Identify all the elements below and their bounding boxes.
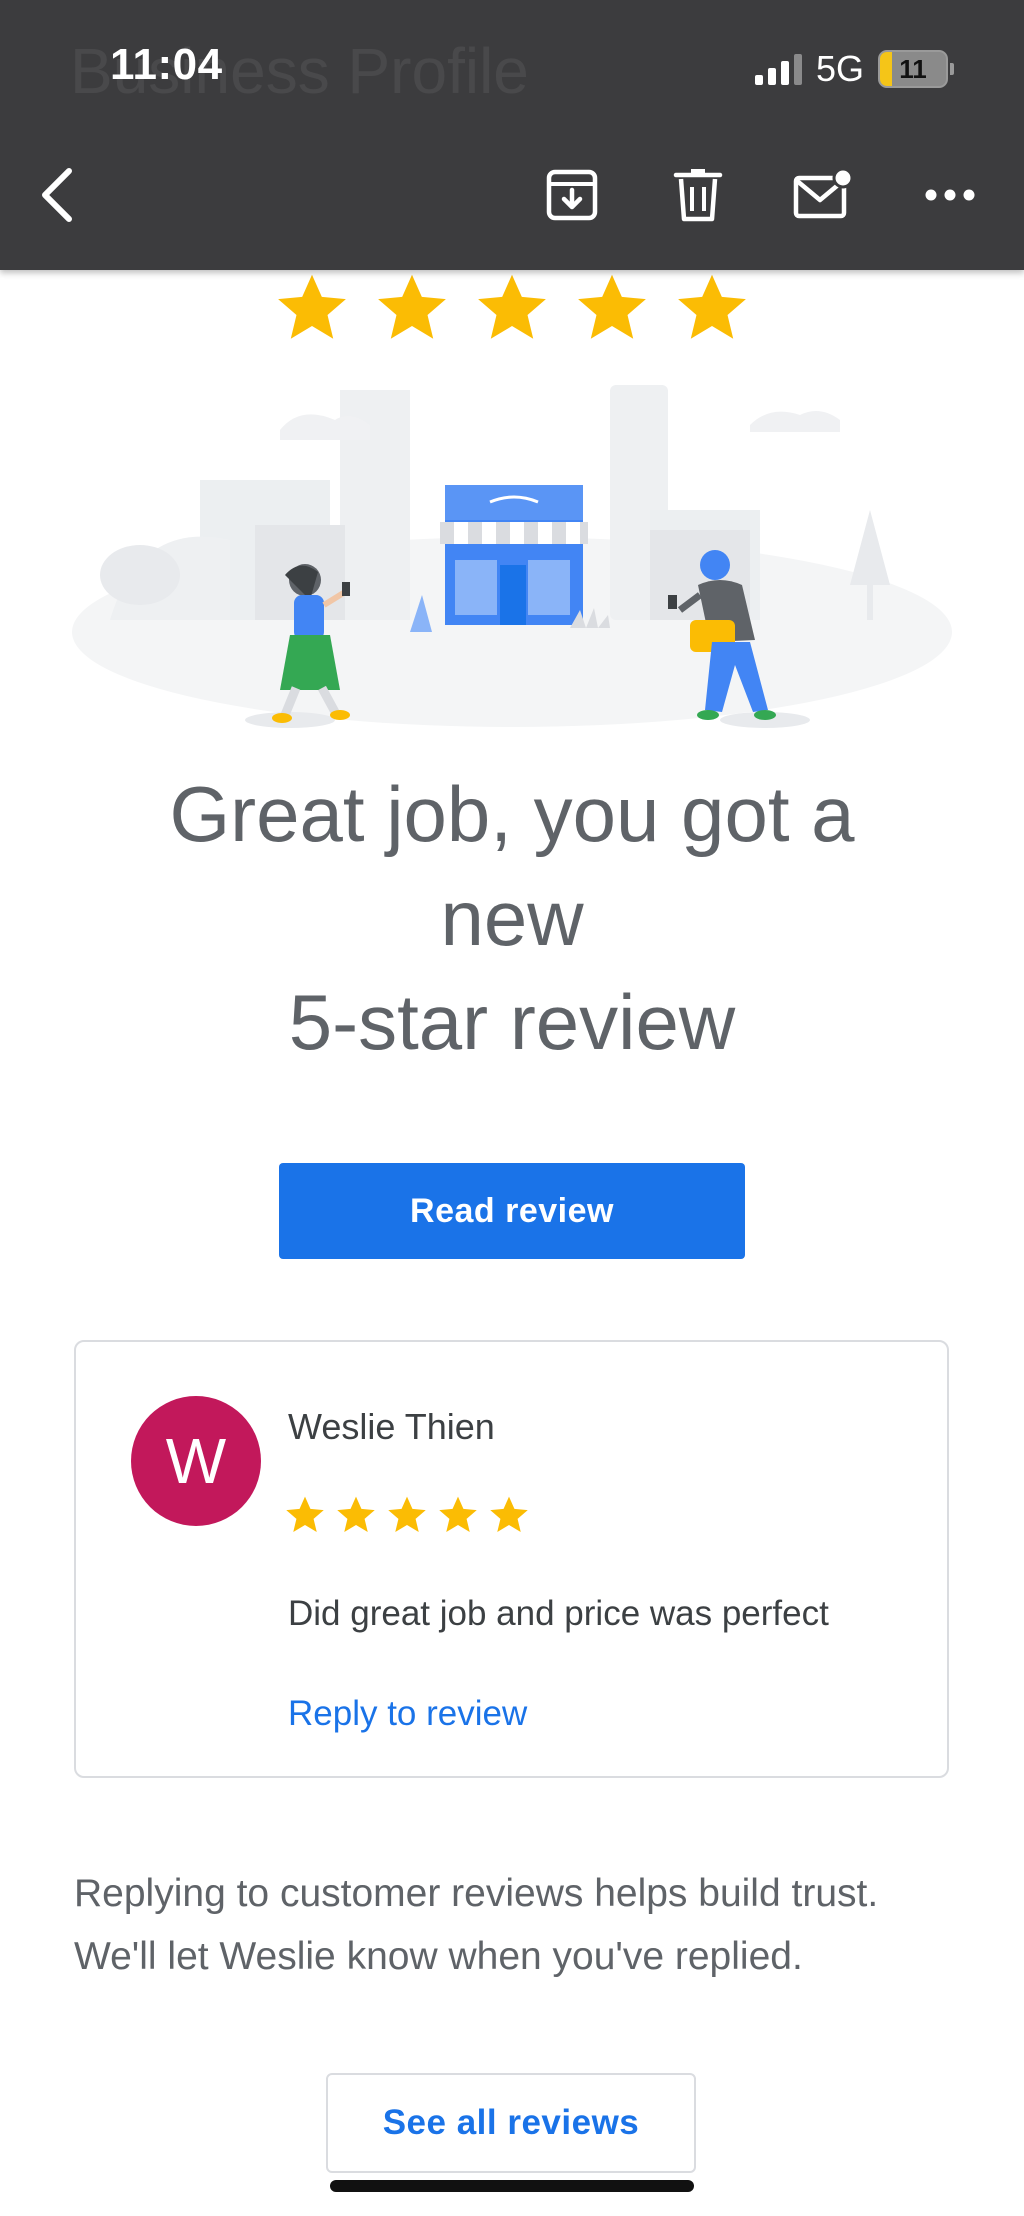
star-icon [678,274,746,339]
star-icon [478,274,546,339]
review-card: W Weslie Thien Did great job and price w… [74,1340,949,1778]
read-review-button[interactable]: Read review [279,1163,745,1259]
delete-icon [673,169,723,222]
status-time: 11:04 [110,40,223,89]
headline-line-1: Great job, you got a [169,770,855,858]
review-rating-stars [284,1494,530,1536]
star-icon [378,274,446,339]
reviewer-name: Weslie Thien [288,1406,495,1447]
star-icon [578,274,646,339]
body-line-1: Replying to customer reviews helps build… [74,1872,879,1915]
status-indicators: 5G 11 [754,48,954,90]
network-label: 5G [815,48,864,89]
archive-button[interactable] [537,160,607,230]
battery-icon: 11 [878,50,948,88]
signal-icon [754,53,802,85]
home-indicator[interactable] [330,2180,694,2192]
star-icon [278,274,346,339]
back-icon [42,168,72,222]
headline-line-3: 5-star review [288,978,736,1066]
battery-percent: 11 [899,53,927,84]
mark-unread-button[interactable] [788,160,858,230]
mark-unread-icon [793,168,853,219]
star-icon [337,1496,375,1532]
more-button[interactable] [915,160,985,230]
body-paragraph: Replying to customer reviews helps build… [74,1862,974,1988]
see-all-reviews-button[interactable]: See all reviews [326,2073,696,2173]
body-line-2: We'll let Weslie know when you've replie… [74,1935,803,1978]
delete-button[interactable] [663,160,733,230]
review-text: Did great job and price was perfect [288,1594,829,1633]
star-icon [388,1496,426,1532]
avatar: W [131,1396,261,1526]
star-icon [490,1496,528,1532]
archive-icon [546,169,598,221]
star-icon [286,1496,324,1532]
back-button[interactable] [22,160,92,230]
headline: Great job, you got a new 5-star review [112,762,912,1074]
top-app-bar: Business Profile 11:04 5G 11 [0,0,1024,270]
rating-stars-hero [0,270,1024,346]
headline-line-2: new [440,874,584,962]
star-icon [439,1496,477,1532]
more-icon [925,189,975,201]
reply-to-review-link[interactable]: Reply to review [288,1694,527,1734]
storefront-illustration [72,385,952,728]
battery-nub [950,63,954,75]
